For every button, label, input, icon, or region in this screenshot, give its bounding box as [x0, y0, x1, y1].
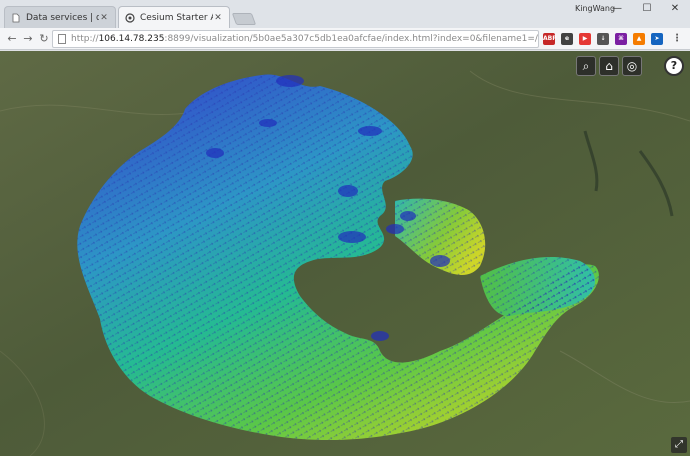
map-canvas[interactable]	[0, 51, 690, 456]
tab-data-services[interactable]: Data services | distribu ✕	[4, 6, 116, 28]
close-icon[interactable]: ✕	[213, 13, 223, 23]
home-icon[interactable]: ⌂	[599, 56, 619, 76]
close-icon[interactable]: ✕	[99, 13, 109, 23]
document-icon	[12, 13, 20, 22]
fullscreen-icon[interactable]: ⤢	[671, 437, 687, 453]
search-icon[interactable]: ⌕	[576, 56, 596, 76]
tab-strip: Data services | distribu ✕ Cesium Starte…	[0, 0, 690, 28]
cesium-viewer[interactable]: ⌕ ⌂ ◎ ? ⤢	[0, 51, 690, 456]
close-window-icon[interactable]: ✕	[660, 0, 690, 20]
extension-icon[interactable]: e	[561, 33, 573, 45]
new-tab-button[interactable]	[231, 13, 257, 25]
menu-icon[interactable]: ⋮	[671, 33, 683, 45]
adblock-extension-icon[interactable]: ABP	[543, 33, 557, 45]
url-host: 106.14.78.235	[98, 34, 165, 44]
extension-icon[interactable]: ▲	[633, 33, 645, 45]
help-button[interactable]: ?	[664, 56, 684, 76]
tab-label: Cesium Starter App	[140, 12, 213, 23]
cesium-icon	[125, 12, 135, 23]
maximize-icon[interactable]: ☐	[632, 0, 662, 20]
browser-toolbar: ← → ↻ http://106.14.78.235:8899/visualiz…	[0, 28, 690, 50]
back-icon[interactable]: ←	[4, 31, 20, 47]
forward-icon[interactable]: →	[20, 31, 36, 47]
url-path: :8899/visualization/5b0ae5a307c5db1ea0af…	[164, 34, 538, 44]
youtube-extension-icon[interactable]: ▶	[579, 33, 591, 45]
reload-icon[interactable]: ↻	[36, 31, 52, 47]
tab-label: Data services | distribu	[26, 12, 99, 23]
globe-icon[interactable]: ◎	[622, 56, 642, 76]
tab-cesium-starter-app[interactable]: Cesium Starter App ✕	[118, 6, 230, 28]
cursor-extension-icon[interactable]: ➤	[651, 33, 663, 45]
page-icon	[58, 34, 66, 44]
minimize-icon[interactable]: —	[602, 0, 632, 20]
download-extension-icon[interactable]: ↓	[597, 33, 609, 45]
address-bar[interactable]: http://106.14.78.235:8899/visualization/…	[52, 30, 539, 48]
url-scheme: http://	[71, 34, 99, 44]
browser-window: Data services | distribu ✕ Cesium Starte…	[0, 0, 690, 456]
extension-icon[interactable]: ⌘	[615, 33, 627, 45]
